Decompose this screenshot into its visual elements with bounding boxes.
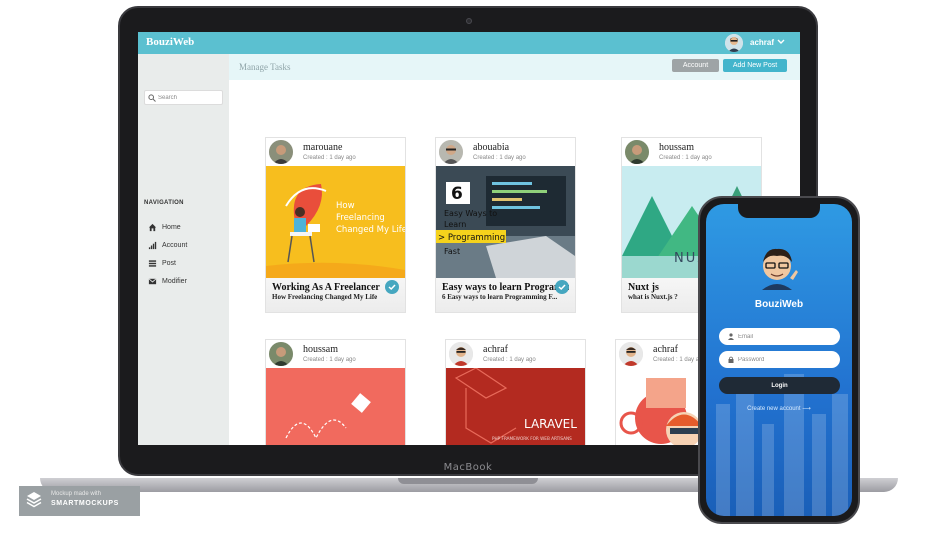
- account-button[interactable]: Account: [672, 59, 719, 72]
- user-avatar[interactable]: [725, 34, 743, 52]
- image-text: Fast: [444, 247, 460, 256]
- card-author[interactable]: achraf: [483, 344, 508, 355]
- sidebar-item-modifier[interactable]: Modifier: [148, 275, 187, 287]
- check-icon[interactable]: [555, 280, 569, 294]
- sidebar-item-label: Modifier: [162, 277, 187, 285]
- laptop-notch: [398, 478, 538, 484]
- card-header: houssam Created : 1 day ago: [266, 340, 405, 368]
- card-timestamp: Created : 1 day ago: [303, 357, 356, 363]
- card-author[interactable]: abouabia: [473, 142, 509, 153]
- card-author[interactable]: houssam: [303, 344, 338, 355]
- avatar[interactable]: [625, 140, 649, 164]
- card-body: Working As A Freelancer How Freelancing …: [266, 278, 405, 312]
- card-author[interactable]: marouane: [303, 142, 342, 153]
- image-text: > Programming: [438, 233, 505, 243]
- post-image[interactable]: 6 Easy Ways to Learn > Programming Fast: [436, 166, 575, 278]
- search-input[interactable]: [158, 92, 220, 104]
- sidebar-item-label: Post: [162, 259, 177, 267]
- password-field[interactable]: [719, 351, 840, 368]
- watermark-caption: Mockup made with: [51, 491, 102, 497]
- image-text: How: [336, 201, 355, 211]
- macbook-label: MacBook: [443, 462, 493, 473]
- sidebar-item-account[interactable]: Account: [148, 239, 187, 251]
- card-timestamp: Created : 1 day ago: [483, 357, 536, 363]
- card-timestamp: Created : 1 day ago: [303, 155, 356, 161]
- avatar[interactable]: [619, 342, 643, 366]
- search-icon: [148, 94, 156, 102]
- sidebar-item-label: Home: [162, 223, 181, 231]
- card-timestamp: Created : 1 day ago: [473, 155, 526, 161]
- image-text: 6: [451, 184, 463, 204]
- image-text: Learn: [444, 220, 466, 229]
- chevron-down-icon[interactable]: [776, 36, 786, 48]
- post-card[interactable]: marouane Created : 1 day ago How Freelan…: [265, 137, 406, 313]
- layers-icon: [26, 492, 42, 508]
- card-author[interactable]: houssam: [659, 142, 694, 153]
- sidebar-item-home[interactable]: Home: [148, 221, 181, 233]
- sub-header: Manage Tasks Account Add New Post: [229, 54, 800, 80]
- image-text: Changed My Life: [336, 225, 405, 235]
- avatar: [762, 248, 798, 290]
- list-icon: [148, 259, 157, 267]
- phone-brand: BouziWeb: [754, 299, 804, 310]
- post-card[interactable]: abouabia Created : 1 day ago 6 Easy Ways…: [435, 137, 576, 313]
- envelope-icon: [148, 277, 157, 284]
- top-bar: BouziWeb achraf: [138, 32, 800, 54]
- card-timestamp: Created : 1 day ago: [659, 155, 712, 161]
- card-header: achraf Created : 1 day ago: [446, 340, 585, 368]
- check-icon[interactable]: [385, 280, 399, 294]
- watermark-brand: SMARTMOCKUPS: [51, 500, 119, 507]
- avatar[interactable]: [449, 342, 473, 366]
- phone-notch: [738, 204, 820, 218]
- card-subtitle: How Freelancing Changed My Life: [272, 293, 378, 301]
- avatar[interactable]: [439, 140, 463, 164]
- card-header: abouabia Created : 1 day ago: [436, 138, 575, 166]
- page-title: Manage Tasks: [239, 62, 291, 72]
- post-card[interactable]: houssam Created : 1 day ago: [265, 339, 406, 445]
- mockup-stage: BouziWeb achraf Search NAVIGATION Home A…: [0, 0, 938, 535]
- nav-heading: NAVIGATION: [144, 200, 184, 206]
- image-text: PHP FRAMEWORK FOR WEB ARTISANS: [492, 436, 572, 441]
- card-title[interactable]: Working As A Freelancer: [272, 282, 399, 293]
- watermark: Mockup made with SMARTMOCKUPS: [19, 486, 140, 516]
- image-text: LARAVEL: [524, 417, 577, 431]
- brand-logo[interactable]: BouziWeb: [146, 36, 194, 48]
- password-input[interactable]: [738, 353, 834, 366]
- card-header: marouane Created : 1 day ago: [266, 138, 405, 166]
- post-image[interactable]: [266, 368, 405, 445]
- post-image[interactable]: How Freelancing Changed My Life: [266, 166, 405, 278]
- user-icon: [728, 333, 734, 340]
- post-card[interactable]: achraf Created : 1 day ago LARAVEL PHP F…: [445, 339, 586, 445]
- sidebar: NAVIGATION Home Account Post Modifier: [138, 54, 229, 445]
- image-text: Easy Ways to: [444, 209, 497, 218]
- home-icon: [148, 223, 157, 231]
- add-new-post-button[interactable]: Add New Post: [723, 59, 787, 72]
- avatar[interactable]: [269, 140, 293, 164]
- card-author[interactable]: achraf: [653, 344, 678, 355]
- sidebar-item-label: Account: [162, 241, 188, 249]
- laptop-camera: [466, 18, 472, 24]
- sidebar-item-post[interactable]: Post: [148, 257, 176, 269]
- search-box[interactable]: [144, 90, 223, 105]
- lock-icon: [728, 356, 734, 363]
- user-name[interactable]: achraf: [750, 38, 774, 47]
- login-button[interactable]: Login: [719, 377, 840, 394]
- email-input[interactable]: [738, 330, 834, 343]
- avatar[interactable]: [269, 342, 293, 366]
- create-account-link[interactable]: Create new account ⟶: [706, 405, 852, 412]
- post-image[interactable]: LARAVEL PHP FRAMEWORK FOR WEB ARTISANS: [446, 368, 585, 445]
- card-title[interactable]: Easy ways to learn Programming: [442, 282, 569, 293]
- signal-bars-icon: [148, 241, 157, 249]
- card-body: Easy ways to learn Programming 6 Easy wa…: [436, 278, 575, 312]
- email-field[interactable]: [719, 328, 840, 345]
- card-subtitle: 6 Easy ways to learn Programming F...: [442, 293, 558, 301]
- card-header: houssam Created : 1 day ago: [622, 138, 761, 166]
- image-text: Freelancing: [336, 213, 385, 223]
